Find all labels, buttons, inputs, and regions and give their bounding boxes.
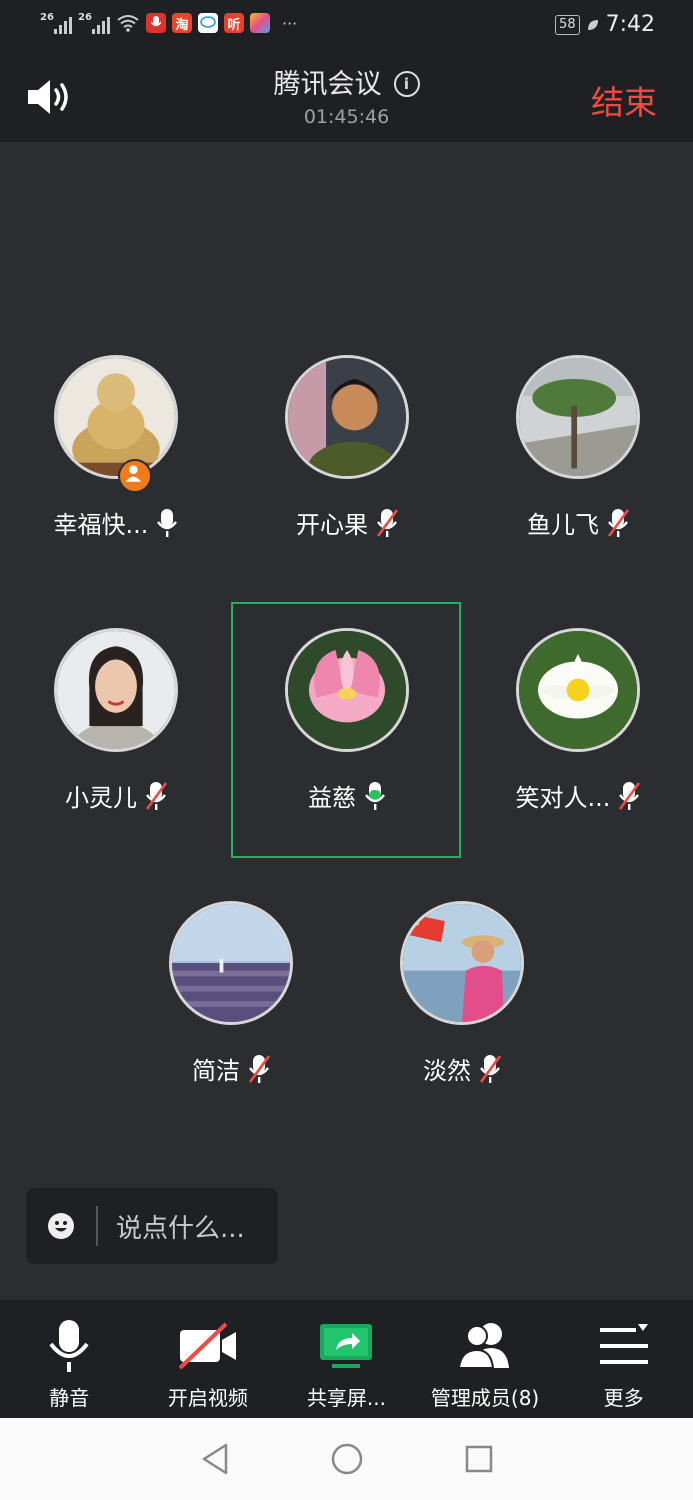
chat-app-icon — [198, 13, 218, 33]
leaf-icon — [587, 19, 598, 30]
mic-muted-icon — [376, 508, 398, 537]
participant-tile[interactable]: 笑对人... — [478, 628, 678, 813]
participant-name-row: 幸福快... — [16, 505, 216, 540]
mute-label: 静音 — [49, 1386, 90, 1410]
participant-name: 笑对人... — [515, 784, 611, 812]
recorder-app-icon — [146, 13, 166, 33]
more-menu-icon — [599, 1324, 648, 1364]
participant-tile[interactable]: 小灵儿 — [16, 628, 216, 813]
signal-icon: 26 — [78, 12, 110, 34]
system-nav-bar — [0, 1418, 693, 1500]
share-label: 共享屏... — [306, 1386, 387, 1410]
meeting-toolbar: 静音 开启视频 共享屏... 管理成员(8) 更多 — [0, 1300, 693, 1418]
mic-muted-icon — [607, 508, 629, 537]
status-left: 26 26 淘 听 ··· — [40, 12, 297, 34]
participant-name-row: 鱼儿飞 — [478, 505, 678, 540]
avatar — [285, 628, 409, 752]
mic-on-icon — [157, 508, 178, 537]
avatar — [516, 355, 640, 479]
participant-name-row: 淡然 — [362, 1051, 562, 1086]
recents-icon[interactable] — [464, 1444, 494, 1474]
mic-muted-icon — [619, 781, 641, 810]
status-right: 58 7:42 — [555, 12, 655, 37]
share-screen-icon — [320, 1324, 373, 1368]
participant-name-row: 简洁 — [131, 1051, 331, 1086]
avatar — [54, 628, 178, 752]
avatar — [54, 355, 178, 479]
participant-name: 小灵儿 — [65, 784, 137, 812]
participant-tile[interactable]: 简洁 — [131, 901, 331, 1086]
home-icon[interactable] — [330, 1442, 364, 1476]
microphone-icon — [49, 1320, 89, 1372]
colorful-app-icon — [250, 13, 270, 33]
avatar — [516, 628, 640, 752]
meeting-title: 腾讯会议 — [273, 69, 382, 100]
emoji-icon[interactable] — [48, 1213, 74, 1239]
video-off-icon — [178, 1322, 236, 1370]
divider — [96, 1206, 98, 1246]
participant-name: 益慈 — [308, 784, 356, 812]
mic-speaking-icon — [365, 781, 385, 810]
participant-name: 淡然 — [423, 1057, 471, 1085]
participant-name-row: 开心果 — [247, 505, 447, 540]
manage-members-button[interactable]: 管理成员(8) — [416, 1300, 555, 1418]
status-bar: 26 26 淘 听 ··· 58 7:42 — [0, 0, 693, 50]
signal-icon: 26 — [40, 12, 72, 34]
participant-name: 简洁 — [192, 1057, 240, 1085]
ting-app-icon: 听 — [224, 13, 244, 33]
more-label: 更多 — [603, 1386, 644, 1410]
clock: 7:42 — [605, 12, 655, 37]
more-button[interactable]: 更多 — [554, 1300, 693, 1418]
participant-name: 幸福快... — [53, 511, 149, 539]
participant-tile[interactable]: 鱼儿飞 — [478, 355, 678, 540]
share-screen-button[interactable]: 共享屏... — [277, 1300, 416, 1418]
video-label: 开启视频 — [167, 1386, 248, 1410]
members-icon — [457, 1323, 510, 1369]
avatar — [400, 901, 524, 1025]
participant-name: 开心果 — [296, 511, 368, 539]
participant-tile[interactable]: 开心果 — [247, 355, 447, 540]
back-icon[interactable] — [200, 1442, 230, 1476]
start-video-button[interactable]: 开启视频 — [139, 1300, 278, 1418]
participant-name-row: 笑对人... — [478, 778, 678, 813]
mic-muted-icon — [479, 1054, 501, 1083]
title-row: 腾讯会议 i — [0, 62, 693, 101]
info-icon[interactable]: i — [393, 71, 420, 97]
taobao-app-icon: 淘 — [172, 13, 192, 33]
end-meeting-button[interactable]: 结束 — [591, 76, 657, 124]
mic-muted-icon — [145, 781, 167, 810]
mute-button[interactable]: 静音 — [0, 1300, 139, 1418]
wifi-icon — [117, 15, 139, 32]
participant-name-row: 小灵儿 — [16, 778, 216, 813]
participant-tile[interactable]: 淡然 — [362, 901, 562, 1086]
participant-name-row: 益慈 — [247, 778, 447, 813]
participant-tile[interactable]: 幸福快... — [16, 355, 216, 540]
avatar — [285, 355, 409, 479]
meeting-header: 腾讯会议 i 01:45:46 结束 — [0, 50, 693, 142]
meeting-timer: 01:45:46 — [303, 106, 390, 128]
more-notifications-icon: ··· — [282, 13, 298, 33]
members-label: 管理成员(8) — [430, 1386, 540, 1410]
participant-tile-active[interactable]: 益慈 — [247, 628, 447, 813]
avatar — [169, 901, 293, 1025]
chat-input[interactable]: 说点什么... — [26, 1188, 278, 1264]
host-badge-icon — [118, 459, 152, 493]
mic-muted-icon — [248, 1054, 270, 1083]
battery-icon: 58 — [555, 14, 580, 35]
chat-placeholder: 说点什么... — [116, 1213, 245, 1244]
participant-name: 鱼儿飞 — [527, 511, 599, 539]
